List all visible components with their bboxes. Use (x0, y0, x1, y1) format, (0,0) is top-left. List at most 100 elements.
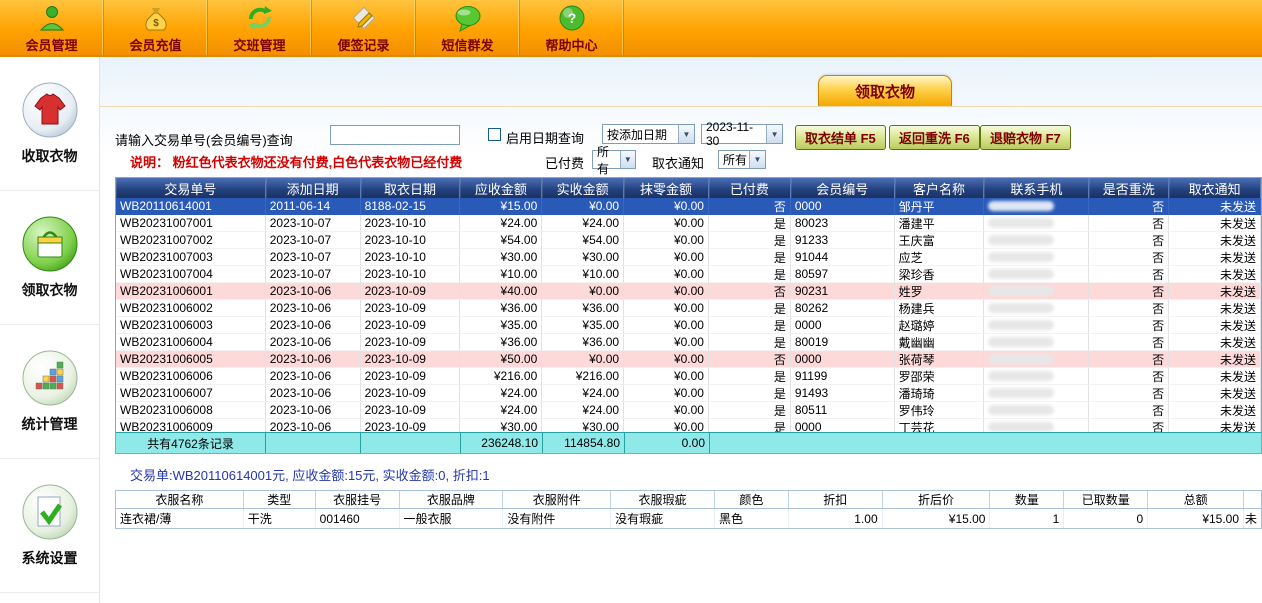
toolbar-item-recharge[interactable]: $会员充值 (104, 0, 208, 55)
rewash-return-button[interactable]: 返回重洗 F6 (889, 125, 980, 150)
refund-clothes-button[interactable]: 退赔衣物 F7 (980, 125, 1071, 150)
order-cell: ¥216.00 (460, 368, 542, 385)
order-cell: 8188-02-15 (361, 198, 461, 215)
sidebar-item-collect-clothes[interactable]: 领取衣物 (0, 191, 99, 325)
order-cell: 91493 (791, 385, 895, 402)
detail-cell: 001460 (316, 509, 400, 528)
order-row-13[interactable]: WB202310060092023-10-062023-10-09¥30.00¥… (116, 419, 1261, 432)
detail-row-0[interactable]: 连衣裙/薄干洗001460一般衣服没有附件没有瑕疵黑色1.00¥15.0010¥… (116, 509, 1261, 528)
detail-column-header[interactable]: 衣服挂号 (316, 491, 400, 508)
order-cell: ¥40.00 (460, 283, 542, 300)
toolbar-item-note[interactable]: 便签记录 (312, 0, 416, 55)
date-select[interactable]: 2023-11-30 ▼ (701, 124, 783, 144)
redacted-phone (988, 218, 1054, 228)
redacted-phone (988, 320, 1054, 330)
notice-filter-label: 取衣通知 (652, 153, 704, 172)
order-cell: ¥0.00 (624, 368, 709, 385)
statistics-icon (21, 349, 79, 407)
order-row-8[interactable]: WB202310060042023-10-062023-10-09¥36.00¥… (116, 334, 1261, 351)
orders-column-header[interactable]: 实收金额 (542, 178, 624, 198)
detail-column-header[interactable]: 数量 (990, 491, 1064, 508)
order-cell: 2023-10-10 (361, 266, 461, 283)
order-row-10[interactable]: WB202310060062023-10-062023-10-09¥216.00… (116, 368, 1261, 385)
order-cell: 戴幽幽 (895, 334, 985, 351)
footer-spacer (266, 433, 361, 453)
orders-column-header[interactable]: 客户名称 (895, 178, 985, 198)
detail-column-header[interactable]: 衣服瑕疵 (611, 491, 715, 508)
orders-column-header[interactable]: 取衣日期 (361, 178, 461, 198)
paid-filter-select[interactable]: 所有 ▼ (592, 150, 636, 169)
orders-column-header[interactable]: 已付费 (709, 178, 791, 198)
app-window: 会员管理$会员充值交班管理便签记录短信群发?帮助中心 收取衣物领取衣物统计管理系… (0, 0, 1262, 603)
order-row-3[interactable]: WB202310070032023-10-072023-10-10¥30.00¥… (116, 249, 1261, 266)
order-cell: 2023-10-07 (266, 232, 361, 249)
toolbar-item-label: 短信群发 (441, 35, 493, 54)
detail-column-header[interactable]: 总额 (1148, 491, 1244, 508)
order-cell: ¥0.00 (624, 385, 709, 402)
order-cell: ¥24.00 (542, 385, 624, 402)
sidebar-item-receive-clothes[interactable]: 收取衣物 (0, 57, 99, 191)
orders-column-header[interactable]: 抹零金额 (624, 178, 709, 198)
detail-column-header[interactable]: 类型 (244, 491, 316, 508)
toolbar-item-member[interactable]: 会员管理 (0, 0, 104, 55)
orders-column-header[interactable]: 应收金额 (460, 178, 542, 198)
order-cell: 王庆富 (895, 232, 985, 249)
detail-column-header[interactable]: 衣服附件 (503, 491, 611, 508)
orders-column-header[interactable]: 是否重洗 (1089, 178, 1169, 198)
order-row-4[interactable]: WB202310070042023-10-072023-10-10¥10.00¥… (116, 266, 1261, 283)
order-row-2[interactable]: WB202310070022023-10-072023-10-10¥54.00¥… (116, 232, 1261, 249)
orders-column-header[interactable]: 联系手机 (984, 178, 1089, 198)
order-cell: WB20231006004 (116, 334, 266, 351)
pickup-settle-button[interactable]: 取衣结单 F5 (795, 125, 886, 150)
note-icon (349, 3, 379, 33)
detail-column-header[interactable]: 颜色 (715, 491, 789, 508)
search-input[interactable] (330, 125, 460, 145)
order-row-7[interactable]: WB202310060032023-10-062023-10-09¥35.00¥… (116, 317, 1261, 334)
detail-column-header[interactable]: 折后价 (883, 491, 991, 508)
detail-column-header[interactable]: 衣服名称 (116, 491, 244, 508)
order-cell: 是 (709, 419, 791, 432)
orders-column-header[interactable]: 会员编号 (791, 178, 895, 198)
sidebar: 收取衣物领取衣物统计管理系统设置 (0, 57, 100, 603)
order-cell: ¥36.00 (460, 334, 542, 351)
order-row-9[interactable]: WB202310060052023-10-062023-10-09¥50.00¥… (116, 351, 1261, 368)
notice-filter-select[interactable]: 所有 ▼ (718, 150, 766, 169)
order-row-11[interactable]: WB202310060072023-10-062023-10-09¥24.00¥… (116, 385, 1261, 402)
order-cell: WB20110614001 (116, 198, 266, 215)
order-row-12[interactable]: WB202310060082023-10-062023-10-09¥24.00¥… (116, 402, 1261, 419)
order-cell: 张荷琴 (895, 351, 985, 368)
order-row-1[interactable]: WB202310070012023-10-072023-10-10¥24.00¥… (116, 215, 1261, 232)
detail-column-header[interactable]: 已取数量 (1064, 491, 1148, 508)
top-toolbar: 会员管理$会员充值交班管理便签记录短信群发 ?帮助中心 (0, 0, 1262, 57)
order-row-0[interactable]: WB201106140012011-06-148188-02-15¥15.00¥… (116, 198, 1261, 215)
order-cell: ¥0.00 (624, 317, 709, 334)
sidebar-item-settings[interactable]: 系统设置 (0, 459, 99, 593)
order-row-6[interactable]: WB202310060022023-10-062023-10-09¥36.00¥… (116, 300, 1261, 317)
toolbar-item-help[interactable]: ?帮助中心 (520, 0, 624, 55)
orders-column-header[interactable]: 添加日期 (266, 178, 361, 198)
order-cell: 否 (1089, 283, 1169, 300)
order-cell (984, 317, 1089, 334)
order-cell: ¥36.00 (460, 300, 542, 317)
date-query-checkbox[interactable] (488, 128, 501, 141)
order-cell: ¥36.00 (542, 334, 624, 351)
order-cell: ¥0.00 (624, 334, 709, 351)
toolbar-item-shift[interactable]: 交班管理 (208, 0, 312, 55)
order-cell: ¥24.00 (542, 402, 624, 419)
date-type-select[interactable]: 按添加日期 ▼ (602, 124, 695, 144)
order-cell: ¥24.00 (542, 215, 624, 232)
detail-cell: 没有瑕疵 (611, 509, 715, 528)
toolbar-item-sms[interactable]: 短信群发 (416, 0, 520, 55)
orders-column-header[interactable]: 交易单号 (116, 178, 266, 198)
order-cell: 未发送 (1169, 351, 1261, 368)
orders-column-header[interactable]: 取衣通知 (1169, 178, 1261, 198)
order-cell: ¥10.00 (542, 266, 624, 283)
sidebar-item-statistics[interactable]: 统计管理 (0, 325, 99, 459)
tab-collect-clothes[interactable]: 领取衣物 (818, 75, 952, 106)
detail-column-header[interactable]: 衣服品牌 (400, 491, 504, 508)
order-row-5[interactable]: WB202310060012023-10-062023-10-09¥40.00¥… (116, 283, 1261, 300)
order-cell: 2023-10-06 (266, 368, 361, 385)
order-cell: 未发送 (1169, 198, 1261, 215)
detail-column-header[interactable]: 折扣 (789, 491, 883, 508)
order-cell: 2023-10-06 (266, 317, 361, 334)
